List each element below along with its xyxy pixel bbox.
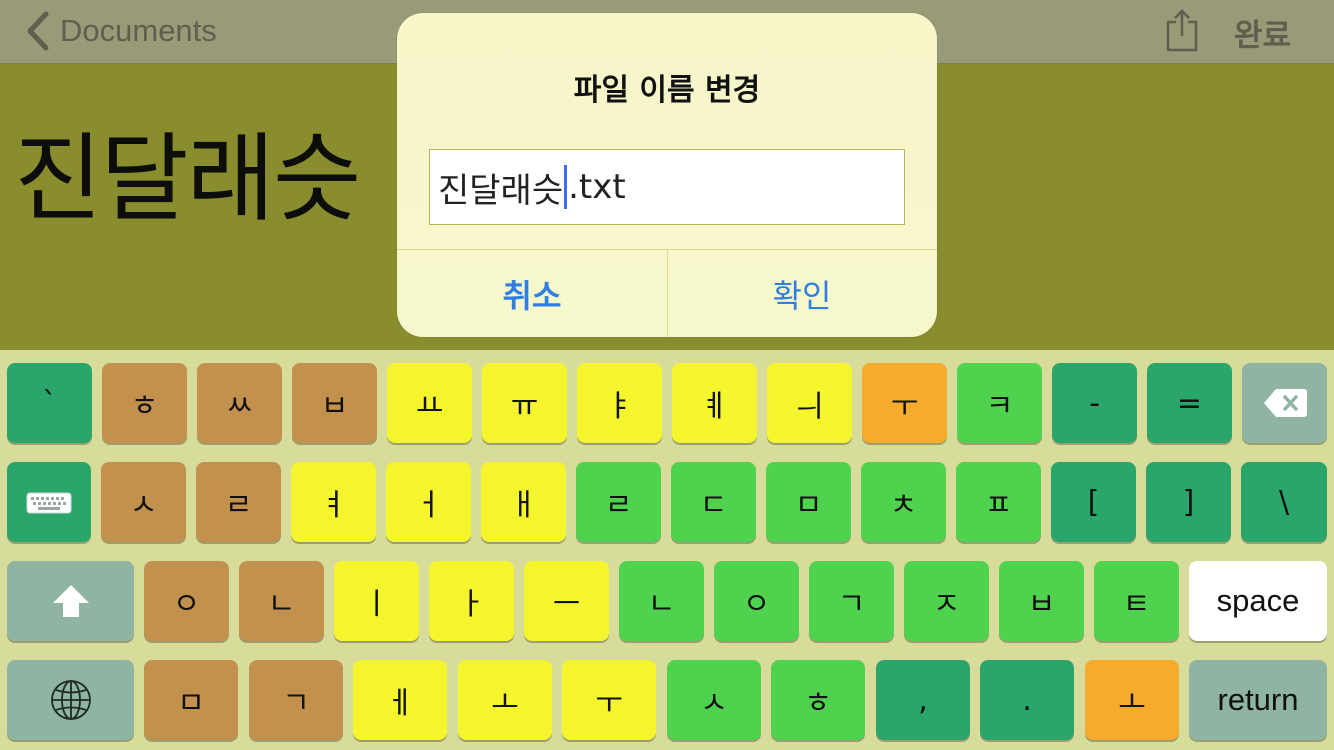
key[interactable]: ㄴ [239,561,324,641]
key[interactable]: ㄱ [809,561,894,641]
share-icon[interactable] [1164,8,1200,52]
key[interactable]: ㅜ [562,660,656,740]
key[interactable]: ㅖ [672,363,757,443]
keyboard: ` ㅎ ㅆ ㅂ ㅛ ㅠ ㅑ ㅖ ㅢ ㅜ ㅋ - = ㅅ ㄹ ㅕ ㅓ ㅐ ㄹ ㄷ … [0,350,1334,750]
shift-icon [52,585,89,617]
key[interactable]: - [1052,363,1137,443]
back-label: Documents [60,13,217,48]
key[interactable]: ㅆ [197,363,282,443]
key[interactable]: ㅂ [999,561,1084,641]
key[interactable]: ㅐ [481,462,566,542]
key[interactable]: ㅂ [292,363,377,443]
globe-icon [50,680,91,720]
key[interactable]: ㅔ [353,660,447,740]
key[interactable]: = [1147,363,1232,443]
key[interactable]: ㅛ [387,363,472,443]
text-caret [564,165,568,209]
key[interactable]: ㄱ [249,660,343,740]
key[interactable]: [ [1051,462,1136,542]
key[interactable]: ㅣ [334,561,419,641]
key[interactable]: \ [1241,462,1327,542]
key[interactable]: . [980,660,1074,740]
key[interactable]: ㄹ [196,462,281,542]
key[interactable]: ㄷ [671,462,756,542]
key[interactable]: ` [7,363,92,443]
key[interactable]: ㅋ [957,363,1042,443]
key[interactable]: ㄴ [619,561,704,641]
globe-key[interactable] [7,660,134,740]
chevron-left-icon [27,11,49,51]
key[interactable]: ㅡ [524,561,609,641]
key[interactable]: ㅎ [102,363,187,443]
filename-input[interactable]: 진달래슷 .txt [429,149,905,225]
key[interactable]: ㅈ [904,561,989,641]
cancel-button[interactable]: 취소 [397,250,667,337]
key[interactable]: ㅎ [771,660,865,740]
document-text: 진달래슷 [14,123,361,235]
key[interactable]: ㅜ [862,363,947,443]
done-button[interactable]: 완료 [1234,10,1291,55]
filename-before-caret: 진달래슷 [438,170,564,211]
back-button[interactable]: Documents [22,8,217,54]
key[interactable]: ㅏ [429,561,514,641]
space-key[interactable]: space [1189,561,1327,641]
key[interactable]: , [876,660,970,740]
backspace-key[interactable] [1242,363,1327,443]
key[interactable]: ㅊ [861,462,946,542]
rename-dialog: 파일 이름 변경 진달래슷 .txt 취소 확인 [397,13,937,337]
key[interactable]: ㅠ [482,363,567,443]
key[interactable]: ] [1146,462,1231,542]
shift-key[interactable] [7,561,134,641]
key[interactable]: ㅢ [767,363,852,443]
ok-button[interactable]: 확인 [667,250,937,337]
backspace-icon [1263,389,1307,417]
key[interactable]: ㅅ [101,462,186,542]
key[interactable]: ㅌ [1094,561,1179,641]
key[interactable]: ㅗ [1085,660,1179,740]
key[interactable]: ㅇ [714,561,799,641]
return-key[interactable]: return [1189,660,1327,740]
dialog-title: 파일 이름 변경 [573,73,761,108]
key[interactable]: ㅓ [386,462,471,542]
key[interactable]: ㅁ [766,462,851,542]
key[interactable]: ㅇ [144,561,229,641]
keyboard-switch-key[interactable] [7,462,91,542]
key[interactable]: ㄹ [576,462,661,542]
filename-after-caret: .txt [568,167,626,207]
keyboard-icon [26,492,72,514]
key[interactable]: ㅅ [667,660,761,740]
key[interactable]: ㅍ [956,462,1041,542]
key[interactable]: ㅁ [144,660,238,740]
key[interactable]: ㅑ [577,363,662,443]
key[interactable]: ㅗ [458,660,552,740]
key[interactable]: ㅕ [291,462,376,542]
